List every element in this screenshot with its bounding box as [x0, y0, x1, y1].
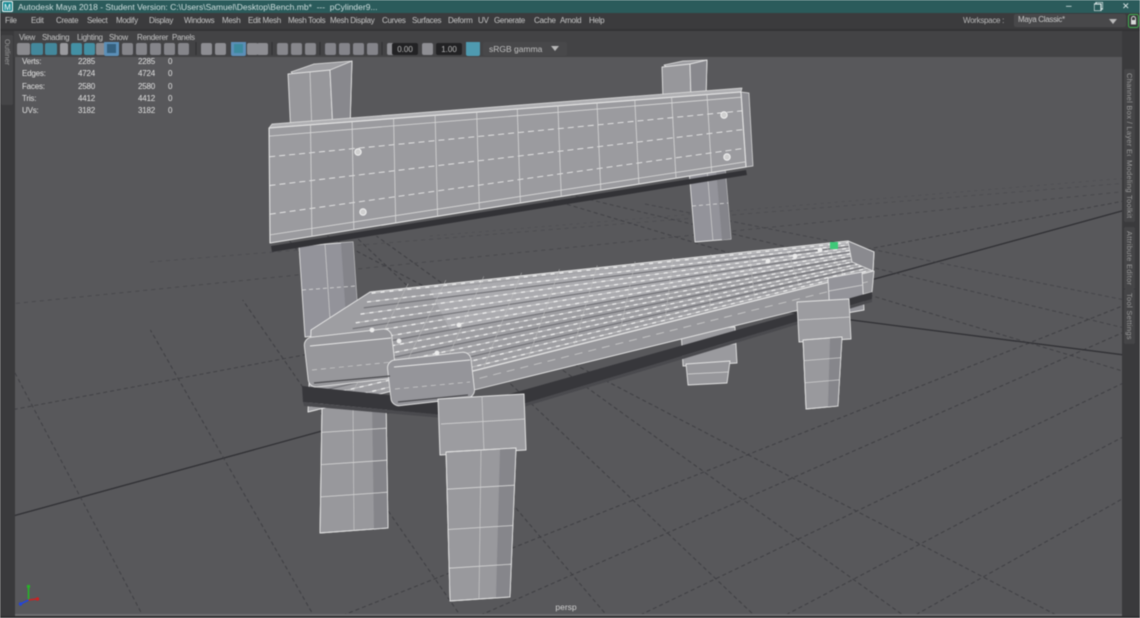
- svg-text:1.00: 1.00: [441, 45, 457, 54]
- svg-text:sRGB gamma: sRGB gamma: [489, 44, 543, 54]
- svg-text:persp: persp: [555, 602, 577, 612]
